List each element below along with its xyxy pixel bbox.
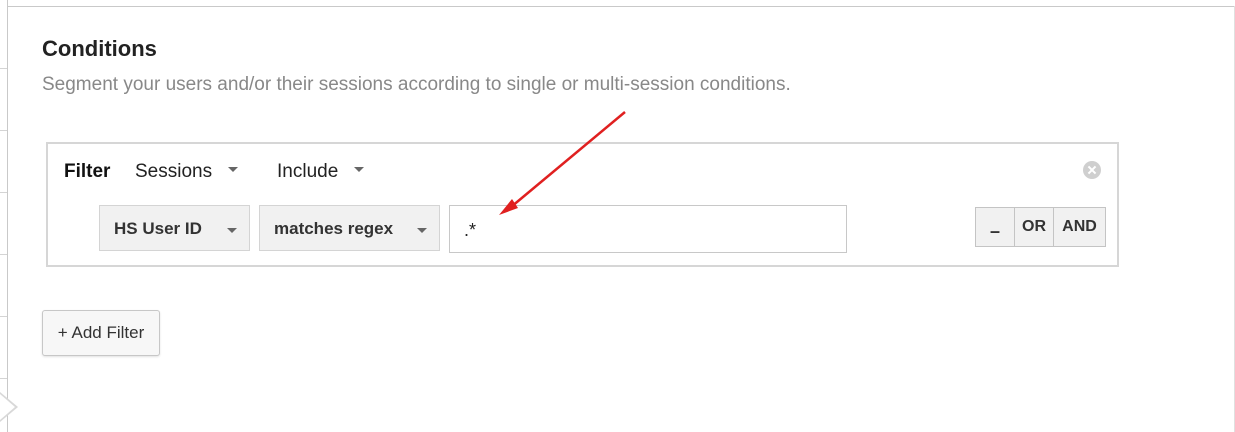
page-subtitle: Segment your users and/or their sessions… <box>42 74 791 95</box>
gutter-tick <box>0 192 7 193</box>
dimension-select-label: HS User ID <box>114 219 202 238</box>
or-button[interactable]: OR <box>1014 208 1053 246</box>
and-button[interactable]: AND <box>1053 208 1105 246</box>
gutter-tick <box>0 378 7 379</box>
filter-panel: Filter Sessions Include HS User ID match… <box>46 142 1119 267</box>
include-dropdown-label: Include <box>277 161 339 182</box>
page-title: Conditions <box>42 36 157 61</box>
scope-dropdown[interactable]: Sessions <box>135 161 239 183</box>
dimension-select[interactable]: HS User ID <box>99 205 250 251</box>
condition-button-group: – OR AND <box>975 207 1106 247</box>
left-gutter <box>0 0 8 432</box>
include-dropdown[interactable]: Include <box>277 161 365 183</box>
operator-select-label: matches regex <box>274 219 394 238</box>
gutter-tick <box>0 130 7 131</box>
segment-conditions-page: Conditions Segment your users and/or the… <box>0 0 1235 432</box>
condition-value-input[interactable]: .* <box>449 205 847 253</box>
chevron-down-icon <box>228 167 239 173</box>
gutter-tick <box>0 68 7 69</box>
gutter-tick <box>0 316 7 317</box>
operator-select[interactable]: matches regex <box>259 205 440 251</box>
chevron-down-icon <box>417 228 427 233</box>
minus-icon: – <box>989 220 1000 241</box>
remove-filter-close-icon[interactable] <box>1083 161 1101 179</box>
gutter-expand-arrow-icon[interactable] <box>0 392 18 422</box>
gutter-tick <box>0 254 7 255</box>
scope-dropdown-label: Sessions <box>135 161 213 182</box>
top-divider <box>0 6 1235 7</box>
add-filter-button[interactable]: + Add Filter <box>42 310 160 356</box>
chevron-down-icon <box>354 167 365 173</box>
remove-condition-button[interactable]: – <box>976 208 1014 246</box>
filter-label: Filter <box>64 161 111 182</box>
chevron-down-icon <box>227 228 237 233</box>
